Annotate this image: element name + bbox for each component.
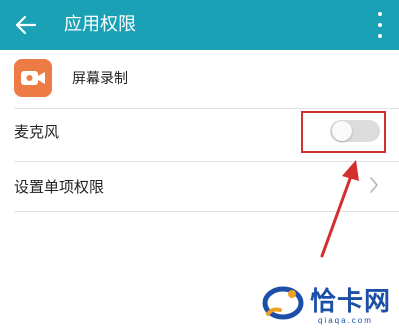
more-options-button[interactable]: [373, 12, 387, 38]
microphone-label: 麦克风: [14, 123, 60, 141]
video-camera-icon: [14, 59, 52, 97]
watermark-url: qiaqa.com: [318, 316, 373, 325]
divider: [14, 108, 399, 109]
back-button[interactable]: [10, 10, 42, 40]
watermark: 恰卡网 qiaqa.com: [258, 274, 399, 328]
page-title: 应用权限: [64, 14, 136, 35]
watermark-logo: [262, 286, 304, 320]
watermark-name: 恰卡网: [310, 287, 392, 317]
chevron-right-icon: [370, 177, 379, 193]
single-permission-label: 设置单项权限: [14, 178, 105, 196]
divider: [14, 211, 399, 212]
highlight-box: [301, 111, 386, 153]
more-vertical-icon: [378, 12, 382, 16]
app-header: 屏幕录制: [0, 50, 399, 108]
app-name: 屏幕录制: [72, 71, 128, 87]
app-bar: 应用权限: [0, 0, 399, 50]
divider: [14, 161, 399, 162]
arrow-left-icon: [15, 15, 37, 35]
